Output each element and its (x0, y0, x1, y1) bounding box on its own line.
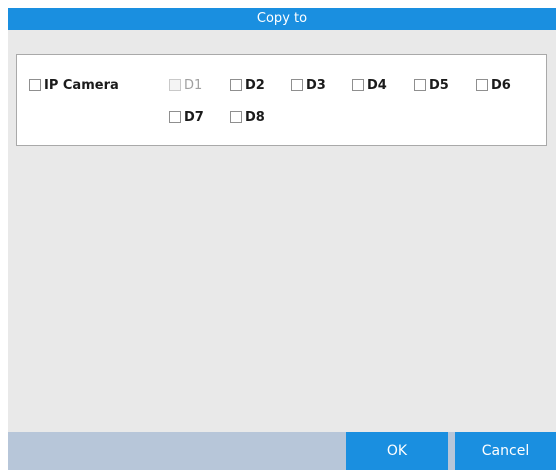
cancel-button[interactable]: Cancel (455, 432, 556, 470)
channel-d3-checkbox[interactable]: D3 (291, 77, 326, 93)
channel-d8-checkbox-box[interactable] (230, 111, 242, 123)
channel-d3-checkbox-box[interactable] (291, 79, 303, 91)
channel-d3-label: D3 (306, 77, 326, 93)
channel-d2-checkbox[interactable]: D2 (230, 77, 265, 93)
dialog-footer: OK Cancel (8, 432, 556, 470)
channel-d5-label: D5 (429, 77, 449, 93)
channel-d4-checkbox[interactable]: D4 (352, 77, 387, 93)
channel-d6-checkbox[interactable]: D6 (476, 77, 511, 93)
ok-button[interactable]: OK (346, 432, 448, 470)
channel-d5-checkbox-box[interactable] (414, 79, 426, 91)
channel-d8-checkbox[interactable]: D8 (230, 109, 265, 125)
channel-d2-checkbox-box[interactable] (230, 79, 242, 91)
channel-d4-checkbox-box[interactable] (352, 79, 364, 91)
dialog-title: Copy to (8, 8, 556, 30)
channel-d2-label: D2 (245, 77, 265, 93)
channel-selection-panel: IP Camera D1 D2 D3 D4 D5 D6 D7 D8 (16, 54, 547, 146)
ip-camera-label: IP Camera (44, 77, 119, 93)
copy-to-dialog: Copy to IP Camera D1 D2 D3 D4 D5 D6 D7 D… (8, 8, 556, 470)
channel-d7-checkbox[interactable]: D7 (169, 109, 204, 125)
channel-d6-label: D6 (491, 77, 511, 93)
channel-d1-checkbox-box (169, 79, 181, 91)
ip-camera-checkbox-box[interactable] (29, 79, 41, 91)
channel-d4-label: D4 (367, 77, 387, 93)
ip-camera-checkbox[interactable]: IP Camera (29, 77, 119, 93)
channel-d8-label: D8 (245, 109, 265, 125)
channel-d7-checkbox-box[interactable] (169, 111, 181, 123)
channel-d6-checkbox-box[interactable] (476, 79, 488, 91)
channel-d1-label: D1 (184, 77, 203, 93)
channel-d5-checkbox[interactable]: D5 (414, 77, 449, 93)
channel-d1-checkbox: D1 (169, 77, 202, 93)
channel-d7-label: D7 (184, 109, 204, 125)
